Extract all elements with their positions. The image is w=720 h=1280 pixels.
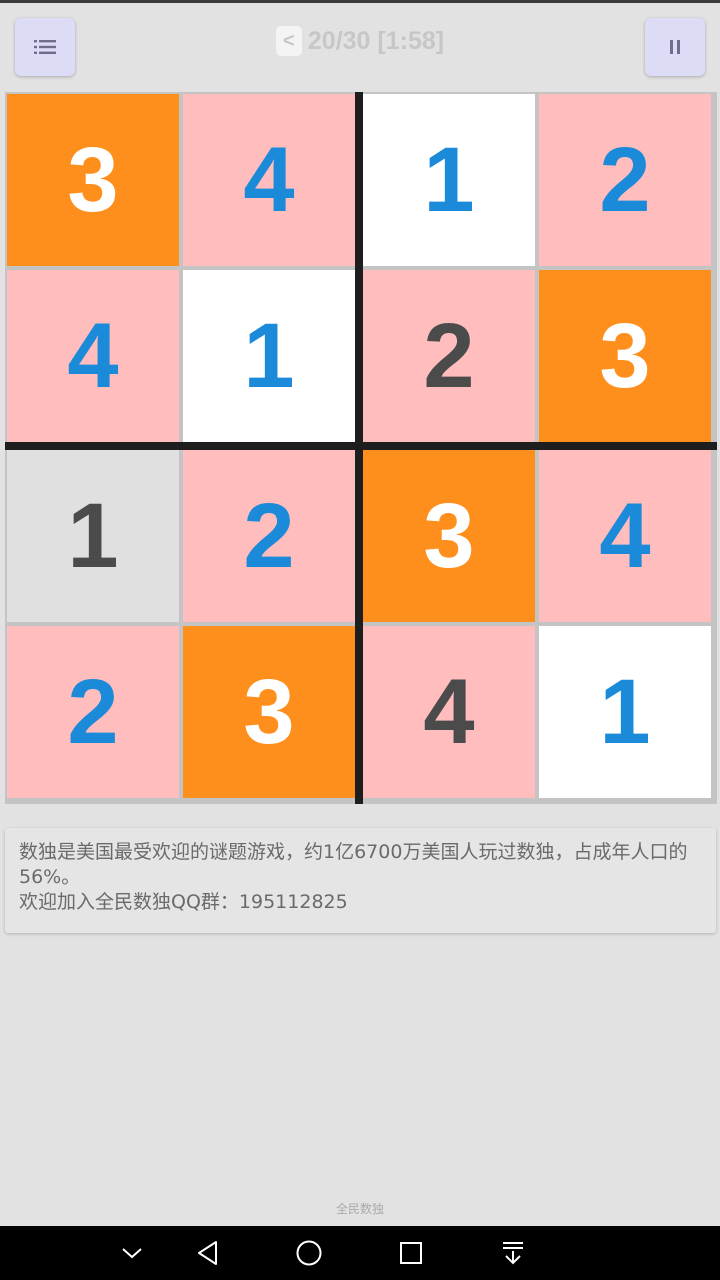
cell-r1-c1[interactable]: 3 [7,94,179,266]
sudoku-board: 3412412312342341 [5,92,717,804]
cell-r1-c3[interactable]: 1 [363,94,535,266]
cell-r2-c4[interactable]: 3 [539,270,711,442]
pause-icon [670,40,680,54]
cell-r2-c2[interactable]: 1 [183,270,355,442]
status-bar-edge [0,0,720,3]
nav-hide-button[interactable] [114,1235,150,1271]
qq-group-text: 欢迎加入全民数独QQ群：195112825 [19,891,348,913]
cell-r4-c3[interactable]: 4 [363,626,535,798]
cell-r1-c4[interactable]: 2 [539,94,711,266]
cell-r1-c2[interactable]: 4 [183,94,355,266]
header-title: < 20/30 [1:58] [0,26,720,56]
cell-r2-c1[interactable]: 4 [7,270,179,442]
cell-r3-c2[interactable]: 2 [183,450,355,622]
app-name-label: 全民数独 [335,1202,384,1216]
cell-r4-c2[interactable]: 3 [183,626,355,798]
pull-down-icon [503,1242,523,1265]
system-nav-bar [0,1226,720,1280]
recents-icon [400,1242,422,1264]
pause-button[interactable] [645,18,705,76]
cell-r2-c3[interactable]: 2 [363,270,535,442]
nav-home-button[interactable] [291,1235,327,1271]
block-divider-horizontal [5,442,717,450]
info-card: 数独是美国最受欢迎的谜题游戏，约1亿6700万美国人玩过数独，占成年人口的56%… [5,828,716,933]
cell-r3-c3[interactable]: 3 [363,450,535,622]
cell-r3-c4[interactable]: 4 [539,450,711,622]
progress-timer: 20/30 [1:58] [307,26,445,55]
nav-recents-button[interactable] [393,1235,429,1271]
cell-r4-c4[interactable]: 1 [539,626,711,798]
cell-r3-c1[interactable]: 1 [7,450,179,622]
nav-pull-down-button[interactable] [495,1235,531,1271]
info-text: 数独是美国最受欢迎的谜题游戏，约1亿6700万美国人玩过数独，占成年人口的56%… [19,841,688,888]
cell-r4-c1[interactable]: 2 [7,626,179,798]
back-icon [198,1241,217,1265]
chevron-down-icon [122,1248,142,1259]
back-button[interactable]: < [275,26,302,56]
home-icon [296,1240,322,1266]
nav-back-button[interactable] [190,1235,226,1271]
